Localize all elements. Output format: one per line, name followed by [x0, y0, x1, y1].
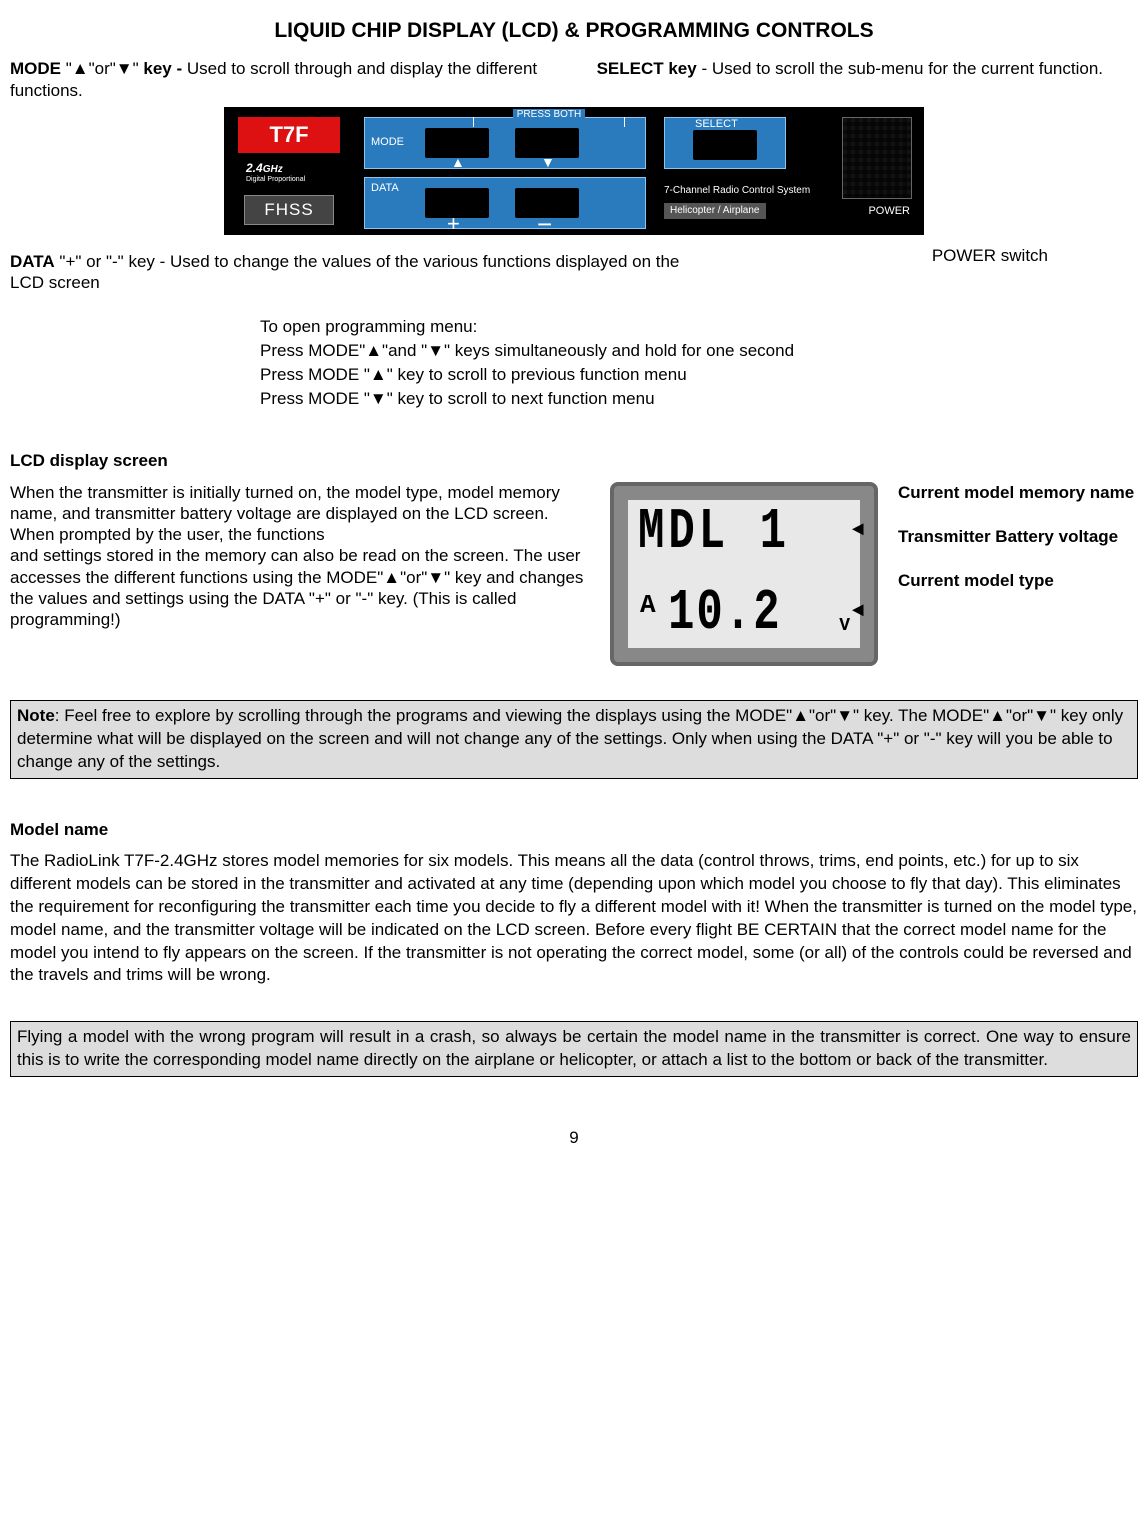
down-arrow-icon: ▼: [541, 154, 555, 172]
power-switch[interactable]: [842, 117, 912, 199]
heli-airplane-label: Helicopter / Airplane: [664, 203, 766, 220]
programming-instructions: To open programming menu: Press MODE"▲"a…: [260, 315, 1138, 410]
mode-button-group[interactable]: MODE PRESS BOTH ▲ ▼: [364, 117, 646, 169]
select-button[interactable]: [693, 130, 757, 160]
mode-description: MODE "▲"or"▼" key - Used to scroll throu…: [10, 58, 551, 101]
data-description: DATA "+" or "-" key - Used to change the…: [10, 251, 687, 294]
top-notes: MODE "▲"or"▼" key - Used to scroll throu…: [10, 58, 1138, 101]
transmitter-panel: T7F 2.4GHz Digital Proportional FHSS MOD…: [224, 107, 924, 235]
press-both-label: PRESS BOTH: [473, 117, 625, 127]
plus-icon: +: [447, 210, 460, 238]
up-arrow-icon: ▲: [451, 154, 465, 172]
lcd-description: When the transmitter is initially turned…: [10, 482, 590, 631]
lcd-model-type: A: [640, 589, 656, 622]
mode-text: MODE: [371, 136, 404, 150]
data-button-group[interactable]: DATA + −: [364, 177, 646, 229]
model-heading: Model name: [10, 819, 1138, 840]
callout-voltage: Transmitter Battery voltage: [898, 526, 1138, 548]
model-description: The RadioLink T7F-2.4GHz stores model me…: [10, 850, 1138, 988]
note-box: Note: Feel free to explore by scrolling …: [10, 700, 1138, 779]
lcd-volt-unit: V: [839, 615, 850, 638]
arrow-icon: ◄: [852, 518, 864, 543]
ghz-label: 2.4GHz Digital Proportional: [246, 161, 305, 184]
power-text: POWER: [868, 205, 910, 219]
mode-label: MODE: [10, 59, 61, 78]
page-title: LIQUID CHIP DISPLAY (LCD) & PROGRAMMING …: [10, 18, 1138, 44]
select-button-group[interactable]: SELECT: [664, 117, 786, 169]
arrow-icon: ◄: [852, 599, 864, 624]
callout-model-type: Current model type: [898, 570, 1138, 592]
power-switch-label: POWER switch: [932, 245, 1138, 266]
lcd-model-name: MDL 1: [638, 497, 790, 569]
lcd-callouts: Current model memory name Transmitter Ba…: [898, 482, 1138, 614]
fhss-badge: FHSS: [244, 195, 334, 225]
callout-model-name: Current model memory name: [898, 482, 1138, 504]
model-badge: T7F: [238, 117, 340, 153]
minus-icon: −: [537, 208, 552, 241]
select-label: SELECT key: [597, 59, 697, 78]
lcd-voltage: 10.2: [668, 578, 782, 650]
data-text: DATA: [371, 182, 399, 196]
select-description: SELECT key - Used to scroll the sub-menu…: [597, 58, 1138, 101]
page-number: 9: [10, 1127, 1138, 1148]
lcd-heading: LCD display screen: [10, 450, 1138, 471]
channel-label: 7-Channel Radio Control System: [664, 185, 810, 198]
lcd-screen: MDL 1 A 10.2 V ◄ ◄: [610, 482, 878, 666]
warning-box: Flying a model with the wrong program wi…: [10, 1021, 1138, 1077]
